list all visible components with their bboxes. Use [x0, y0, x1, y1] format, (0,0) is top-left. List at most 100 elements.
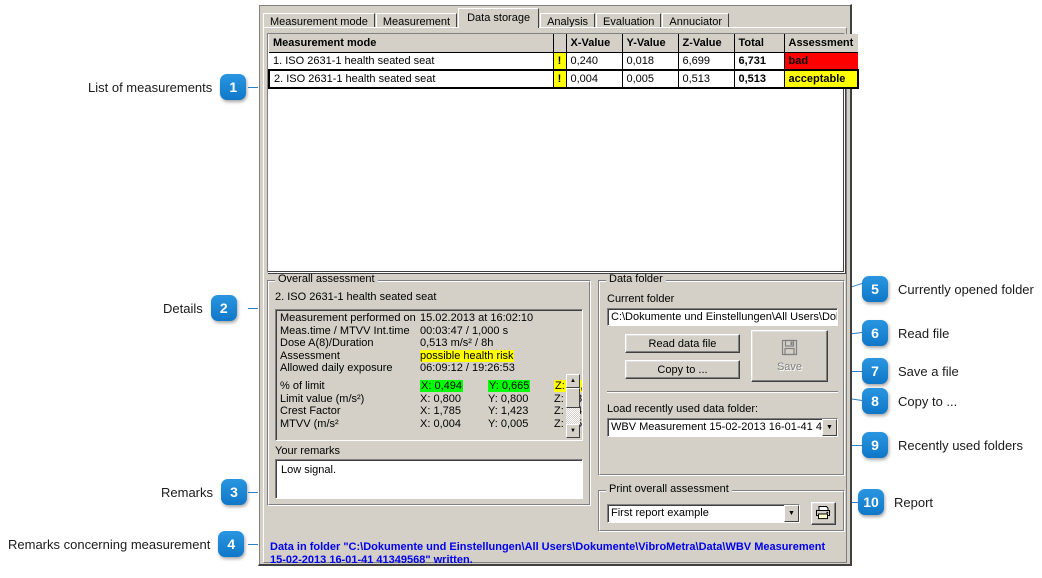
axis-x-value: X: 0,800	[420, 393, 461, 405]
cell-x: 0,240	[566, 52, 622, 70]
axis-label: % of limit	[280, 380, 325, 392]
callout-8: 8 Copy to ...	[862, 388, 957, 414]
current-folder-label: Current folder	[607, 293, 674, 305]
callout-6: 6 Read file	[862, 320, 949, 346]
status-badge: bad	[784, 52, 858, 70]
callout-5-label: Currently opened folder	[898, 282, 1034, 297]
col-total: Total	[734, 34, 784, 52]
callout-10-badge: 10	[858, 489, 884, 515]
cell-mode: 2. ISO 2631-1 health seated seat	[269, 70, 553, 88]
detail-row: Allowed daily exposure 06:09:12 / 19:26:…	[278, 362, 580, 375]
cell-mode: 1. ISO 2631-1 health seated seat	[269, 52, 553, 70]
callout-7-label: Save a file	[898, 364, 959, 379]
axis-y-value: Y: 0,665	[488, 380, 530, 392]
axis-label: Crest Factor	[280, 405, 341, 417]
overall-assessment-title: Overall assessment	[275, 274, 378, 285]
print-group-title: Print overall assessment	[606, 484, 732, 495]
read-data-file-button[interactable]: Read data file	[625, 334, 740, 353]
axis-label: MTVV (m/s²	[280, 418, 339, 430]
axis-row: Crest Factor X: 1,785 Y: 1,423 Z: 1,444	[278, 405, 580, 418]
detail-value-assessment: possible health risk	[420, 350, 514, 362]
selected-measurement-label: 2. ISO 2631-1 health seated seat	[275, 291, 436, 303]
col-y-value: Y-Value	[622, 34, 678, 52]
detail-row: Meas.time / MTVV Int.time 00:03:47 / 1,0…	[278, 325, 580, 338]
chevron-down-icon[interactable]: ▼	[784, 505, 799, 522]
callout-4: Remarks concerning measurement 4	[8, 531, 244, 557]
current-folder-field[interactable]: C:\Dokumente und Einstellungen\All Users…	[607, 308, 838, 326]
table-row[interactable]: 1. ISO 2631-1 health seated seat ! 0,240…	[269, 52, 858, 70]
tab-bar: Measurement mode Measurement Data storag…	[263, 8, 730, 28]
callout-3-badge: 3	[221, 479, 247, 505]
detail-label: Measurement performed on	[280, 312, 416, 324]
detail-label: Dose A(8)/Duration	[280, 337, 374, 349]
scrollbar-thumb[interactable]	[566, 388, 580, 408]
scroll-up-icon[interactable]: ▲	[566, 374, 580, 388]
cell-total: 0,513	[734, 70, 784, 88]
callout-9-label: Recently used folders	[898, 438, 1023, 453]
callout-2: Details 2	[163, 295, 237, 321]
detail-label: Meas.time / MTVV Int.time	[280, 325, 410, 337]
col-z-value: Z-Value	[678, 34, 734, 52]
remarks-input[interactable]: Low signal.	[275, 459, 583, 499]
callout-4-badge: 4	[218, 531, 244, 557]
warning-icon: !	[553, 70, 566, 88]
your-remarks-label: Your remarks	[275, 445, 340, 457]
callout-5-badge: 5	[862, 276, 888, 302]
details-scrollbar[interactable]: ▲ ▼	[566, 374, 580, 438]
recent-folder-label: Load recently used data folder:	[607, 403, 758, 415]
measurement-table: Measurement mode X-Value Y-Value Z-Value…	[268, 34, 859, 89]
cell-z: 6,699	[678, 52, 734, 70]
save-button-label: Save	[777, 361, 802, 373]
detail-value: 15.02.2013 at 16:02:10	[420, 312, 533, 324]
col-assessment: Assessment	[784, 34, 858, 52]
axis-x-value: X: 1,785	[420, 405, 461, 417]
detail-label: Assessment	[280, 350, 340, 362]
warning-icon: !	[553, 52, 566, 70]
chevron-down-icon[interactable]: ▼	[822, 419, 837, 436]
cell-z: 0,513	[678, 70, 734, 88]
status-message: Data in folder "C:\Dokumente und Einstel…	[270, 541, 840, 567]
detail-value: 00:03:47 / 1,000 s	[420, 325, 508, 337]
report-template-value: First report example	[608, 507, 784, 520]
callout-4-label: Remarks concerning measurement	[8, 537, 210, 552]
axis-row: MTVV (m/s² X: 0,004 Y: 0,005 Z: 0,513	[278, 418, 580, 431]
scrollbar-track[interactable]	[566, 388, 580, 424]
tab-data-storage[interactable]: Data storage	[458, 8, 539, 28]
callout-1: List of measurements 1	[88, 74, 246, 100]
callout-5: 5 Currently opened folder	[862, 276, 1034, 302]
data-folder-title: Data folder	[606, 274, 666, 285]
axis-y-value: Y: 0,800	[488, 393, 528, 405]
table-row[interactable]: 2. ISO 2631-1 health seated seat ! 0,004…	[269, 70, 858, 88]
data-folder-group: Data folder Current folder C:\Dokumente …	[598, 280, 845, 476]
col-flag	[553, 34, 566, 52]
axis-x-value: X: 0,004	[420, 418, 461, 430]
overall-assessment-group: Overall assessment 2. ISO 2631-1 health …	[267, 280, 591, 506]
print-report-button[interactable]	[811, 502, 836, 525]
printer-icon	[815, 505, 832, 523]
callout-1-label: List of measurements	[88, 80, 212, 95]
axis-row: % of limit X: 0,494 Y: 0,665 Z: 64,137	[278, 380, 580, 393]
separator	[607, 391, 838, 393]
measurement-list[interactable]: Measurement mode X-Value Y-Value Z-Value…	[267, 33, 845, 273]
cell-y: 0,018	[622, 52, 678, 70]
detail-label: Allowed daily exposure	[280, 362, 393, 374]
callout-9: 9 Recently used folders	[862, 432, 1023, 458]
scroll-down-icon[interactable]: ▼	[566, 424, 580, 438]
col-measurement-mode: Measurement mode	[269, 34, 553, 52]
callout-7: 7 Save a file	[862, 358, 959, 384]
callout-6-badge: 6	[862, 320, 888, 346]
axis-label: Limit value (m/s²)	[280, 393, 364, 405]
details-panel: Measurement performed on 15.02.2013 at 1…	[275, 309, 583, 441]
report-template-combo[interactable]: First report example ▼	[607, 504, 800, 523]
callout-7-badge: 7	[862, 358, 888, 384]
recent-folder-combo[interactable]: WBV Measurement 15-02-2013 16-01-41 41: …	[607, 418, 838, 437]
detail-row: Dose A(8)/Duration 0,513 m/s² / 8h	[278, 337, 580, 350]
copy-to-button[interactable]: Copy to ...	[625, 360, 740, 379]
detail-value: 0,513 m/s² / 8h	[420, 337, 493, 349]
floppy-disk-icon	[781, 339, 798, 359]
callout-3-label: Remarks	[161, 485, 213, 500]
save-button[interactable]: Save	[751, 330, 828, 382]
cell-x: 0,004	[566, 70, 622, 88]
detail-value: 06:09:12 / 19:26:53	[420, 362, 515, 374]
recent-folder-value: WBV Measurement 15-02-2013 16-01-41 41:	[608, 421, 822, 434]
